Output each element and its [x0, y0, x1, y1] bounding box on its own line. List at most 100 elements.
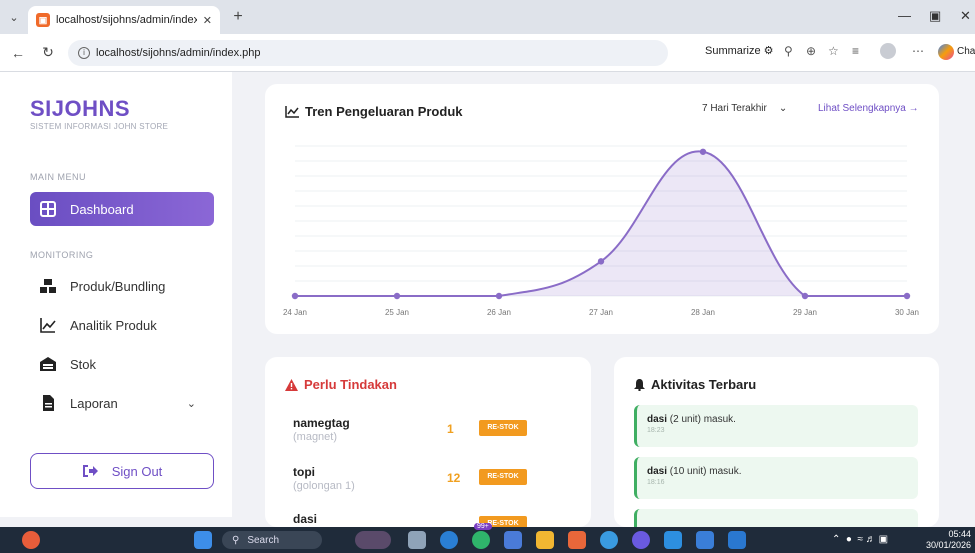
chrome-icon[interactable] — [472, 531, 490, 549]
mail-icon[interactable] — [664, 531, 682, 549]
start-icon[interactable] — [194, 531, 212, 549]
store-icon[interactable] — [504, 531, 522, 549]
back-icon[interactable]: ← — [6, 45, 30, 61]
refresh-icon[interactable]: ↻ — [36, 44, 60, 61]
widget-image-icon[interactable] — [355, 531, 391, 549]
x-tick-label: 29 Jan — [793, 308, 817, 317]
new-tab-icon[interactable]: + — [224, 8, 252, 26]
sidebar-item-laporan[interactable]: Laporan ⌄ — [30, 386, 214, 420]
stock-qty: 1 — [447, 422, 454, 436]
main-menu-label: MAIN MENU — [30, 172, 86, 182]
chart-card: 24 Jan 25 Jan 26 Jan 27 Jan 28 Jan 29 Jan 30 J… — [265, 84, 939, 334]
chrome-profile-icon[interactable] — [600, 531, 618, 549]
restore-icon[interactable]: ▣ — [929, 8, 941, 24]
weather-icon[interactable] — [22, 531, 40, 549]
sign-out-button[interactable]: Sign Out — [30, 453, 214, 489]
url-field[interactable]: i localhost/sijohns/admin/index.php — [68, 39, 668, 66]
restock-button[interactable]: RE-STOK — [479, 420, 527, 436]
activity-item: dasi (10 unit) masuk. 18:16 — [634, 457, 918, 499]
stock-qty: 12 — [447, 471, 461, 485]
range-select[interactable]: 7 Hari Terakhir ⌄ — [702, 103, 787, 114]
sidebar-item-label: Dashboard — [70, 201, 134, 217]
folder-icon[interactable] — [536, 531, 554, 549]
boxes-icon — [40, 279, 56, 293]
data-point-28-jan — [699, 148, 707, 155]
favorite-star-icon[interactable]: ☆ — [828, 44, 839, 58]
sign-out-label: Sign Out — [111, 463, 163, 479]
chevron-down-icon: ⌄ — [778, 103, 788, 114]
data-point-24-jan — [291, 292, 299, 300]
vscode-icon[interactable] — [728, 531, 746, 549]
x-tick-label: 28 Jan — [691, 308, 715, 317]
line-chart-icon — [285, 105, 299, 118]
edge-icon[interactable] — [440, 531, 458, 549]
activity-desc: (2 unit) masuk. — [669, 414, 736, 425]
clock-time: 05:44 — [948, 529, 971, 539]
activity-text: dasi (2 unit) masuk. — [647, 414, 918, 425]
browser-tab[interactable]: ▣ localhost/sijohns/admin/index.php ✕ — [28, 6, 220, 34]
zoom-icon[interactable]: ⊕ — [806, 44, 816, 58]
search-page-icon[interactable]: ⚲ — [784, 44, 793, 58]
data-point-26-jan — [495, 292, 503, 300]
activity-item: dasi (2 unit) masuk. 18:23 — [634, 405, 918, 447]
list-item: namegtag (magnet) 1 RE-STOK — [293, 416, 591, 456]
sidebar: SIJOHNS SISTEM INFORMASI JOHN STORE MAIN… — [0, 72, 232, 517]
x-tick-label: 25 Jan — [385, 308, 409, 317]
copilot-label[interactable]: Chat — [957, 46, 975, 57]
activity-item — [634, 509, 918, 527]
recent-activity-title-text: Aktivitas Terbaru — [651, 377, 757, 392]
line-chart-icon — [40, 318, 56, 333]
x-tick-label: 24 Jan — [283, 308, 307, 317]
activity-time: 18:16 — [647, 479, 665, 486]
data-point-25-jan — [393, 292, 401, 300]
sidebar-item-stok[interactable]: Stok — [30, 347, 214, 381]
close-window-icon[interactable]: ✕ — [960, 8, 971, 24]
sidebar-item-analitik[interactable]: Analitik Produk — [30, 308, 214, 342]
sidebar-item-label: Laporan — [70, 395, 118, 411]
restock-button[interactable]: RE-STOK — [479, 469, 527, 485]
x-tick-label: 27 Jan — [589, 308, 613, 317]
tab-close-icon[interactable]: ✕ — [203, 14, 212, 27]
tab-favicon-icon: ▣ — [36, 13, 50, 27]
taskbar-search[interactable]: ⚲ Search — [222, 531, 322, 549]
app-icon[interactable] — [632, 531, 650, 549]
sidebar-item-label: Produk/Bundling — [70, 278, 166, 294]
photos-icon[interactable] — [696, 531, 714, 549]
tab-list-chevron-icon[interactable]: ⌄ — [0, 11, 28, 24]
system-tray[interactable]: ⌃ ● ≈ ♬ ▣ — [832, 534, 888, 545]
bell-icon — [634, 378, 645, 391]
summarize-button[interactable]: Summarize ⚙ — [705, 44, 774, 57]
favorites-list-icon[interactable]: ≡ — [852, 44, 859, 58]
data-point-30-jan — [903, 292, 911, 300]
recent-activity-card: Aktivitas Terbaru dasi (2 unit) masuk. 1… — [614, 357, 939, 527]
series-area — [295, 151, 907, 296]
clock[interactable]: 05:44 30/01/2026 — [926, 529, 971, 551]
range-select-value: 7 Hari Terakhir — [702, 103, 767, 114]
sign-out-icon — [82, 465, 98, 477]
copilot-icon[interactable] — [938, 44, 954, 60]
sidebar-item-label: Stok — [70, 356, 97, 372]
taskbar-search-label: Search — [247, 534, 280, 546]
site-info-icon[interactable]: i — [78, 46, 90, 59]
expense-trend-chart: 24 Jan 25 Jan 26 Jan 27 Jan 28 Jan 29 Jan 30 J… — [283, 145, 919, 317]
see-more-link[interactable]: Lihat Selengkapnya → — [818, 103, 919, 114]
activity-time: 18:23 — [647, 427, 665, 434]
more-menu-icon[interactable]: ⋯ — [912, 44, 924, 58]
product-variant: (magnet) — [293, 431, 338, 443]
task-view-icon[interactable] — [408, 531, 426, 549]
activity-text: dasi (10 unit) masuk. — [647, 466, 918, 477]
action-needed-card: Perlu Tindakan namegtag (magnet) 1 RE-ST… — [265, 357, 591, 527]
xampp-icon[interactable] — [568, 531, 586, 549]
data-point-27-jan — [597, 258, 605, 265]
sidebar-item-produk[interactable]: Produk/Bundling — [30, 269, 214, 303]
product-name: namegtag — [293, 416, 350, 430]
warning-icon — [285, 378, 298, 391]
summarize-label: Summarize — [705, 45, 761, 57]
sidebar-item-dashboard[interactable]: Dashboard — [30, 192, 214, 226]
brand-subtitle: SISTEM INFORMASI JOHN STORE — [30, 122, 169, 131]
minimize-icon[interactable]: — — [898, 8, 911, 23]
grid-icon — [40, 201, 56, 217]
action-needed-title-text: Perlu Tindakan — [304, 377, 397, 392]
action-needed-title: Perlu Tindakan — [285, 377, 397, 392]
profile-avatar[interactable] — [880, 43, 896, 59]
